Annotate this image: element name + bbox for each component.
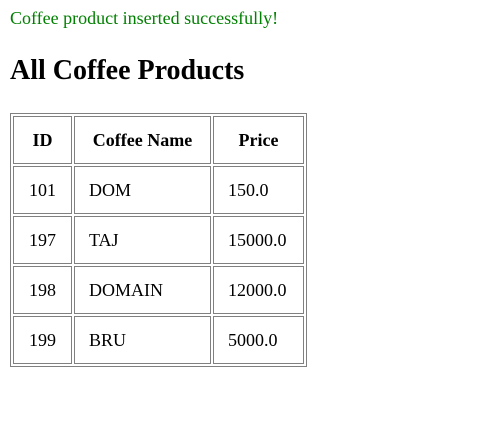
success-message: Coffee product inserted successfully! <box>10 8 279 28</box>
cell-id: 101 <box>13 166 72 214</box>
cell-price: 150.0 <box>213 166 304 214</box>
cell-id: 198 <box>13 266 72 314</box>
table-row: 198 DOMAIN 12000.0 <box>13 266 304 314</box>
cell-id: 199 <box>13 316 72 364</box>
cell-coffee-name: BRU <box>74 316 211 364</box>
cell-price: 15000.0 <box>213 216 304 264</box>
cell-price: 5000.0 <box>213 316 304 364</box>
table-header-row: ID Coffee Name Price <box>13 116 304 164</box>
page-title: All Coffee Products <box>10 55 245 86</box>
column-header-coffee-name: Coffee Name <box>74 116 211 164</box>
cell-coffee-name: DOM <box>74 166 211 214</box>
cell-price: 12000.0 <box>213 266 304 314</box>
column-header-id: ID <box>13 116 72 164</box>
cell-id: 197 <box>13 216 72 264</box>
table-row: 199 BRU 5000.0 <box>13 316 304 364</box>
coffee-products-table: ID Coffee Name Price 101 DOM 150.0 197 T… <box>10 113 307 367</box>
column-header-price: Price <box>213 116 304 164</box>
table-row: 101 DOM 150.0 <box>13 166 304 214</box>
table-row: 197 TAJ 15000.0 <box>13 216 304 264</box>
cell-coffee-name: TAJ <box>74 216 211 264</box>
cell-coffee-name: DOMAIN <box>74 266 211 314</box>
